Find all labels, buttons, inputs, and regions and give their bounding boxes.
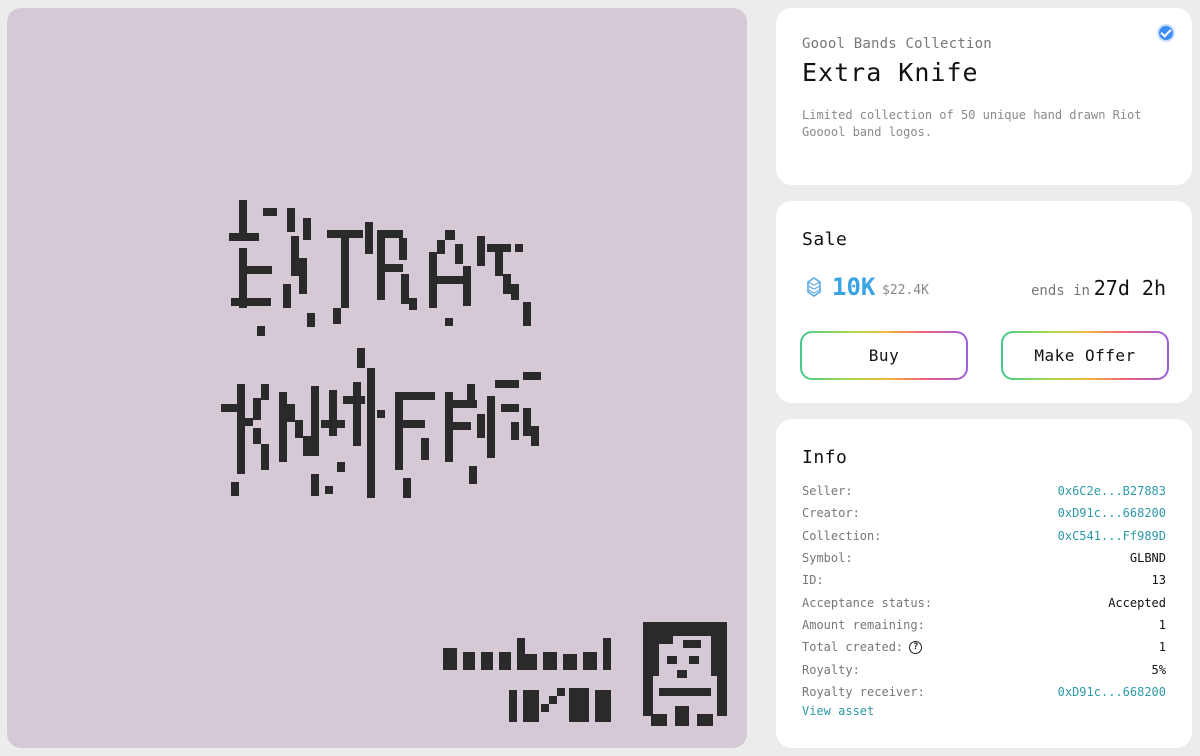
info-key: Symbol: [802,551,853,566]
buy-button-label: Buy [802,333,966,378]
id-value: 13 [1151,573,1166,588]
ends-value: 27d 2h [1093,276,1166,300]
info-key: Creator: [802,506,860,521]
sale-title: Sale [802,229,848,250]
token-icon [807,277,821,297]
info-key: Acceptance status: [802,595,933,610]
seller-address-link[interactable]: 0x6C2e...B27883 [1058,484,1166,498]
info-row-symbol: Symbol: GLBND [802,547,1166,569]
sale-card: Sale 10K $22.4K ends in 27d 2h Buy Make … [776,201,1192,403]
info-row-collection: Collection: 0xC541...Ff989D [802,525,1166,547]
collection-card: Goool Bands Collection Extra Knife Limit… [776,8,1192,185]
make-offer-button-label: Make Offer [1003,333,1167,378]
question-circle-icon[interactable]: ? [909,640,923,654]
pixel-art-image [221,200,727,726]
info-row-creator: Creator: 0xD91c...668200 [802,502,1166,524]
info-title: Info [802,447,848,468]
royalty-value: 5% [1151,662,1166,677]
item-description: Limited collection of 50 unique hand dra… [802,108,1142,139]
total-created-value: 1 [1158,640,1166,655]
info-row-royalty: Royalty: 5% [802,658,1166,680]
ends-label: ends in [1030,283,1090,299]
make-offer-button[interactable]: Make Offer [1001,331,1169,380]
item-title: Extra Knife [802,58,979,87]
info-row-acceptance-status: Acceptance status: Accepted [802,591,1166,613]
info-row-seller: Seller: 0x6C2e...B27883 [802,480,1166,502]
collection-address-link[interactable]: 0xC541...Ff989D [1058,529,1166,543]
info-row-id: ID: 13 [802,569,1166,591]
info-list: Seller: 0x6C2e...B27883 Creator: 0xD91c.… [802,480,1166,703]
nft-artwork [7,8,747,748]
acceptance-status-value: Accepted [1108,595,1166,610]
info-key: Amount remaining: [802,617,925,632]
creator-address-link[interactable]: 0xD91c...668200 [1058,506,1166,520]
price-value: 10K [832,273,876,301]
royalty-receiver-address-link[interactable]: 0xD91c...668200 [1058,685,1166,699]
info-key: Total created: [802,640,904,655]
info-row-total-created: Total created: ? 1 [802,636,1166,658]
info-key: Royalty receiver: [802,684,925,699]
info-key: Seller: [802,484,853,499]
price-usd: $22.4K [882,283,929,298]
verified-check-icon [1157,24,1175,42]
info-key: ID: [802,573,824,588]
info-row-amount-remaining: Amount remaining: 1 [802,614,1166,636]
view-asset-link[interactable]: View asset [802,704,874,718]
buy-button[interactable]: Buy [800,331,968,380]
info-key: Collection: [802,528,882,543]
info-row-royalty-receiver: Royalty receiver: 0xD91c...668200 [802,681,1166,703]
info-card: Info Seller: 0x6C2e...B27883 Creator: 0x… [776,419,1192,748]
info-key: Royalty: [802,662,860,677]
amount-remaining-value: 1 [1158,617,1166,632]
symbol-value: GLBND [1129,551,1166,566]
collection-name[interactable]: Goool Bands Collection [802,36,992,52]
info-key-with-help: Total created: ? [802,640,923,655]
